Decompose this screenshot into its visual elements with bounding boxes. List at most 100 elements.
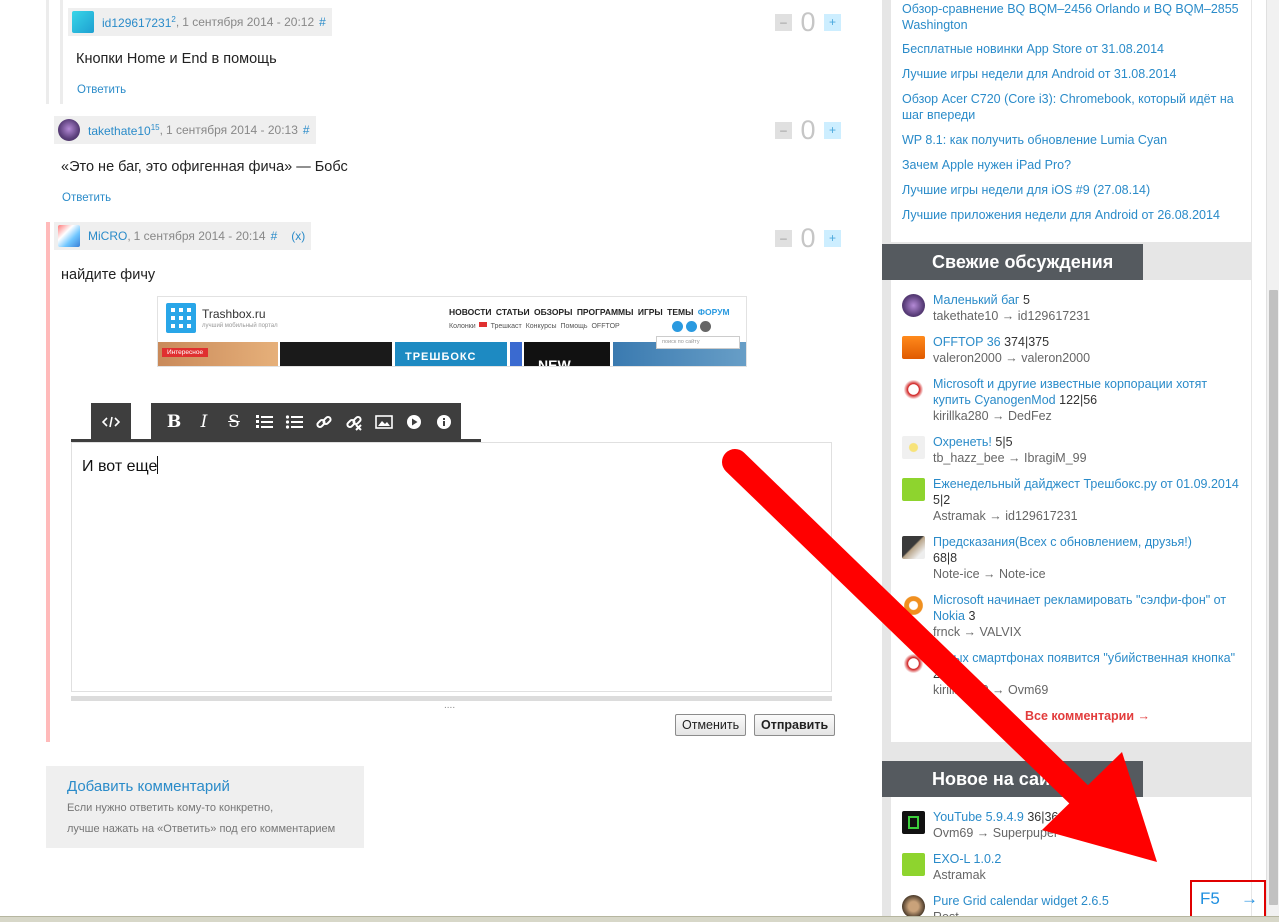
- embed-subnav: Колонки Трешкаст Конкурсы Помощь OFFTOP: [449, 322, 620, 330]
- mask-avatar-icon: [902, 652, 925, 675]
- embed-nav-forum: ФОРУМ: [697, 307, 730, 317]
- bold-button[interactable]: B: [159, 403, 189, 441]
- add-comment-box: Добавить комментарий Если нужно ответить…: [46, 766, 364, 848]
- page-scrollbar[interactable]: [1266, 0, 1279, 922]
- news-link[interactable]: Бесплатные новинки App Store от 31.08.20…: [902, 41, 1247, 57]
- news-link[interactable]: Лучшие игры недели для Android от 31.08.…: [902, 66, 1247, 82]
- all-comments-link[interactable]: Все комментарии →: [1025, 709, 1150, 723]
- embed-subnav-item: OFFTOP: [591, 323, 620, 330]
- news-link[interactable]: Зачем Apple нужен iPad Pro?: [902, 157, 1247, 173]
- reply-link[interactable]: Ответить: [62, 192, 111, 204]
- discussion-link[interactable]: OFFTOP 36: [933, 335, 1001, 349]
- resize-grip-icon[interactable]: ....: [444, 700, 455, 711]
- ordered-list-icon: [256, 415, 273, 428]
- author-rating: 15: [150, 122, 160, 132]
- author-name[interactable]: id129617231: [102, 16, 171, 30]
- avatar[interactable]: [72, 11, 94, 33]
- discussion-link[interactable]: Еженедельный дайджест Трешбокс.ру от 01.…: [933, 477, 1239, 491]
- discussion-meta: tb_hazz_bee → IbragiM_99: [933, 451, 1087, 465]
- news-link[interactable]: Обзор-сравнение BQ BQM–2456 Orlando и BQ…: [902, 1, 1247, 33]
- comment-permalink[interactable]: #: [271, 229, 278, 243]
- embed-tagline: лучший мобильный портал: [202, 323, 278, 329]
- discussion-meta: frnck → VALVIX: [933, 625, 1022, 639]
- editor-text[interactable]: И вот еще: [82, 458, 157, 475]
- avatar[interactable]: [58, 225, 80, 247]
- new-item-link[interactable]: YouTube 5.9.4.9: [933, 810, 1024, 824]
- comment-date: 1 сентября 2014 - 20:12: [182, 15, 315, 29]
- settings-circle-icon: [700, 321, 711, 332]
- comment-editor[interactable]: И вот еще: [71, 442, 832, 692]
- image-icon: [375, 415, 393, 429]
- embed-search: поиск по сайту: [656, 336, 740, 349]
- news-link[interactable]: Лучшие приложения недели для Android от …: [902, 207, 1247, 223]
- scrollbar-thumb[interactable]: [1269, 290, 1278, 905]
- italic-button[interactable]: I: [189, 403, 219, 441]
- add-comment-link[interactable]: Добавить комментарий: [67, 778, 230, 795]
- embed-nav-item: ТЕМЫ: [667, 307, 694, 317]
- avatar[interactable]: [58, 119, 80, 141]
- vote-widget: – 0 +: [775, 8, 841, 36]
- discussion-link[interactable]: Microsoft начинает рекламировать "сэлфи-…: [933, 593, 1226, 623]
- video-button[interactable]: [399, 403, 429, 441]
- author-name[interactable]: takethate10: [88, 124, 151, 138]
- new-item-meta: Astramak: [933, 868, 986, 882]
- news-link[interactable]: Обзор Acer C720 (Core i3): Chromebook, к…: [902, 91, 1247, 123]
- comment-author[interactable]: takethate1015: [88, 123, 160, 138]
- comment-header: takethate1015, 1 сентября 2014 - 20:13 #: [54, 116, 316, 144]
- vote-up-button[interactable]: +: [824, 13, 841, 31]
- embedded-screenshot[interactable]: Trashbox.ru лучший мобильный портал НОВО…: [157, 296, 747, 367]
- embed-tile: [280, 342, 392, 366]
- green-avatar-icon: [902, 478, 925, 501]
- taskbar-strip: [0, 916, 1279, 922]
- vote-up-button[interactable]: +: [824, 121, 841, 139]
- unlink-button[interactable]: [339, 403, 369, 441]
- discussion-link[interactable]: Предсказания(Всех с обновлением, друзья!…: [933, 535, 1192, 549]
- html-code-button[interactable]: [96, 403, 126, 441]
- refresh-hint-box[interactable]: F5 →: [1190, 880, 1266, 918]
- reply-link[interactable]: Ответить: [77, 84, 126, 96]
- info-button[interactable]: [429, 403, 459, 441]
- new-item-meta: Ovm69 → Superpuper: [933, 826, 1059, 840]
- comment-extra-link[interactable]: (x): [291, 229, 305, 243]
- comment-author[interactable]: MiCRO: [88, 229, 127, 243]
- comment-author[interactable]: id1296172312: [102, 15, 176, 30]
- comment-permalink[interactable]: #: [319, 15, 326, 29]
- discussion-meta: kirillka280 → Ovm69: [933, 683, 1049, 697]
- discussion-meta: Astramak → id129617231: [933, 509, 1078, 523]
- discussion-link[interactable]: новых смартфонах появится "убийственная …: [933, 651, 1235, 665]
- vote-score: 0: [800, 115, 816, 145]
- new-item-link[interactable]: Pure Grid calendar widget 2.6.5: [933, 894, 1109, 908]
- embed-subnav-item: Помощь: [560, 323, 588, 330]
- news-link[interactable]: WP 8.1: как получить обновление Lumia Cy…: [902, 132, 1247, 148]
- discussion-count: 374|375: [1004, 335, 1050, 349]
- discussion-count: 68|8: [933, 551, 958, 565]
- discussion-link[interactable]: Маленький баг: [933, 293, 1019, 307]
- new-item-link[interactable]: EXO-L 1.0.2: [933, 852, 1001, 866]
- comments-column: id1296172312, 1 сентября 2014 - 20:12 # …: [0, 0, 870, 922]
- add-comment-hint: лучше нажать на «Ответить» под его комме…: [67, 823, 336, 835]
- unordered-list-button[interactable]: [279, 403, 309, 441]
- comment-permalink[interactable]: #: [303, 123, 310, 137]
- vote-down-button[interactable]: –: [775, 121, 792, 139]
- android-avatar-icon: [902, 594, 925, 617]
- submit-button[interactable]: Отправить: [754, 714, 836, 736]
- vote-up-button[interactable]: +: [824, 229, 841, 247]
- unordered-list-icon: [285, 415, 303, 429]
- vote-widget: – 0 +: [775, 224, 841, 252]
- author-rating: 2: [171, 14, 176, 24]
- code-icon: [102, 416, 120, 428]
- user-circle-icon: [686, 321, 697, 332]
- discussion-count: 3: [968, 609, 976, 623]
- vote-down-button[interactable]: –: [775, 229, 792, 247]
- vote-down-button[interactable]: –: [775, 13, 792, 31]
- strike-button[interactable]: S: [219, 403, 249, 441]
- bold-icon: B: [166, 412, 182, 432]
- cancel-button[interactable]: Отменить: [675, 714, 747, 736]
- link-button[interactable]: [309, 403, 339, 441]
- ordered-list-button[interactable]: [249, 403, 279, 441]
- image-button[interactable]: [369, 403, 399, 441]
- discussion-link[interactable]: Охренеть!: [933, 435, 992, 449]
- news-link[interactable]: Лучшие игры недели для iOS #9 (27.08.14): [902, 182, 1247, 198]
- offtop-icon: [902, 336, 925, 359]
- comment-date: 1 сентября 2014 - 20:14: [133, 229, 266, 243]
